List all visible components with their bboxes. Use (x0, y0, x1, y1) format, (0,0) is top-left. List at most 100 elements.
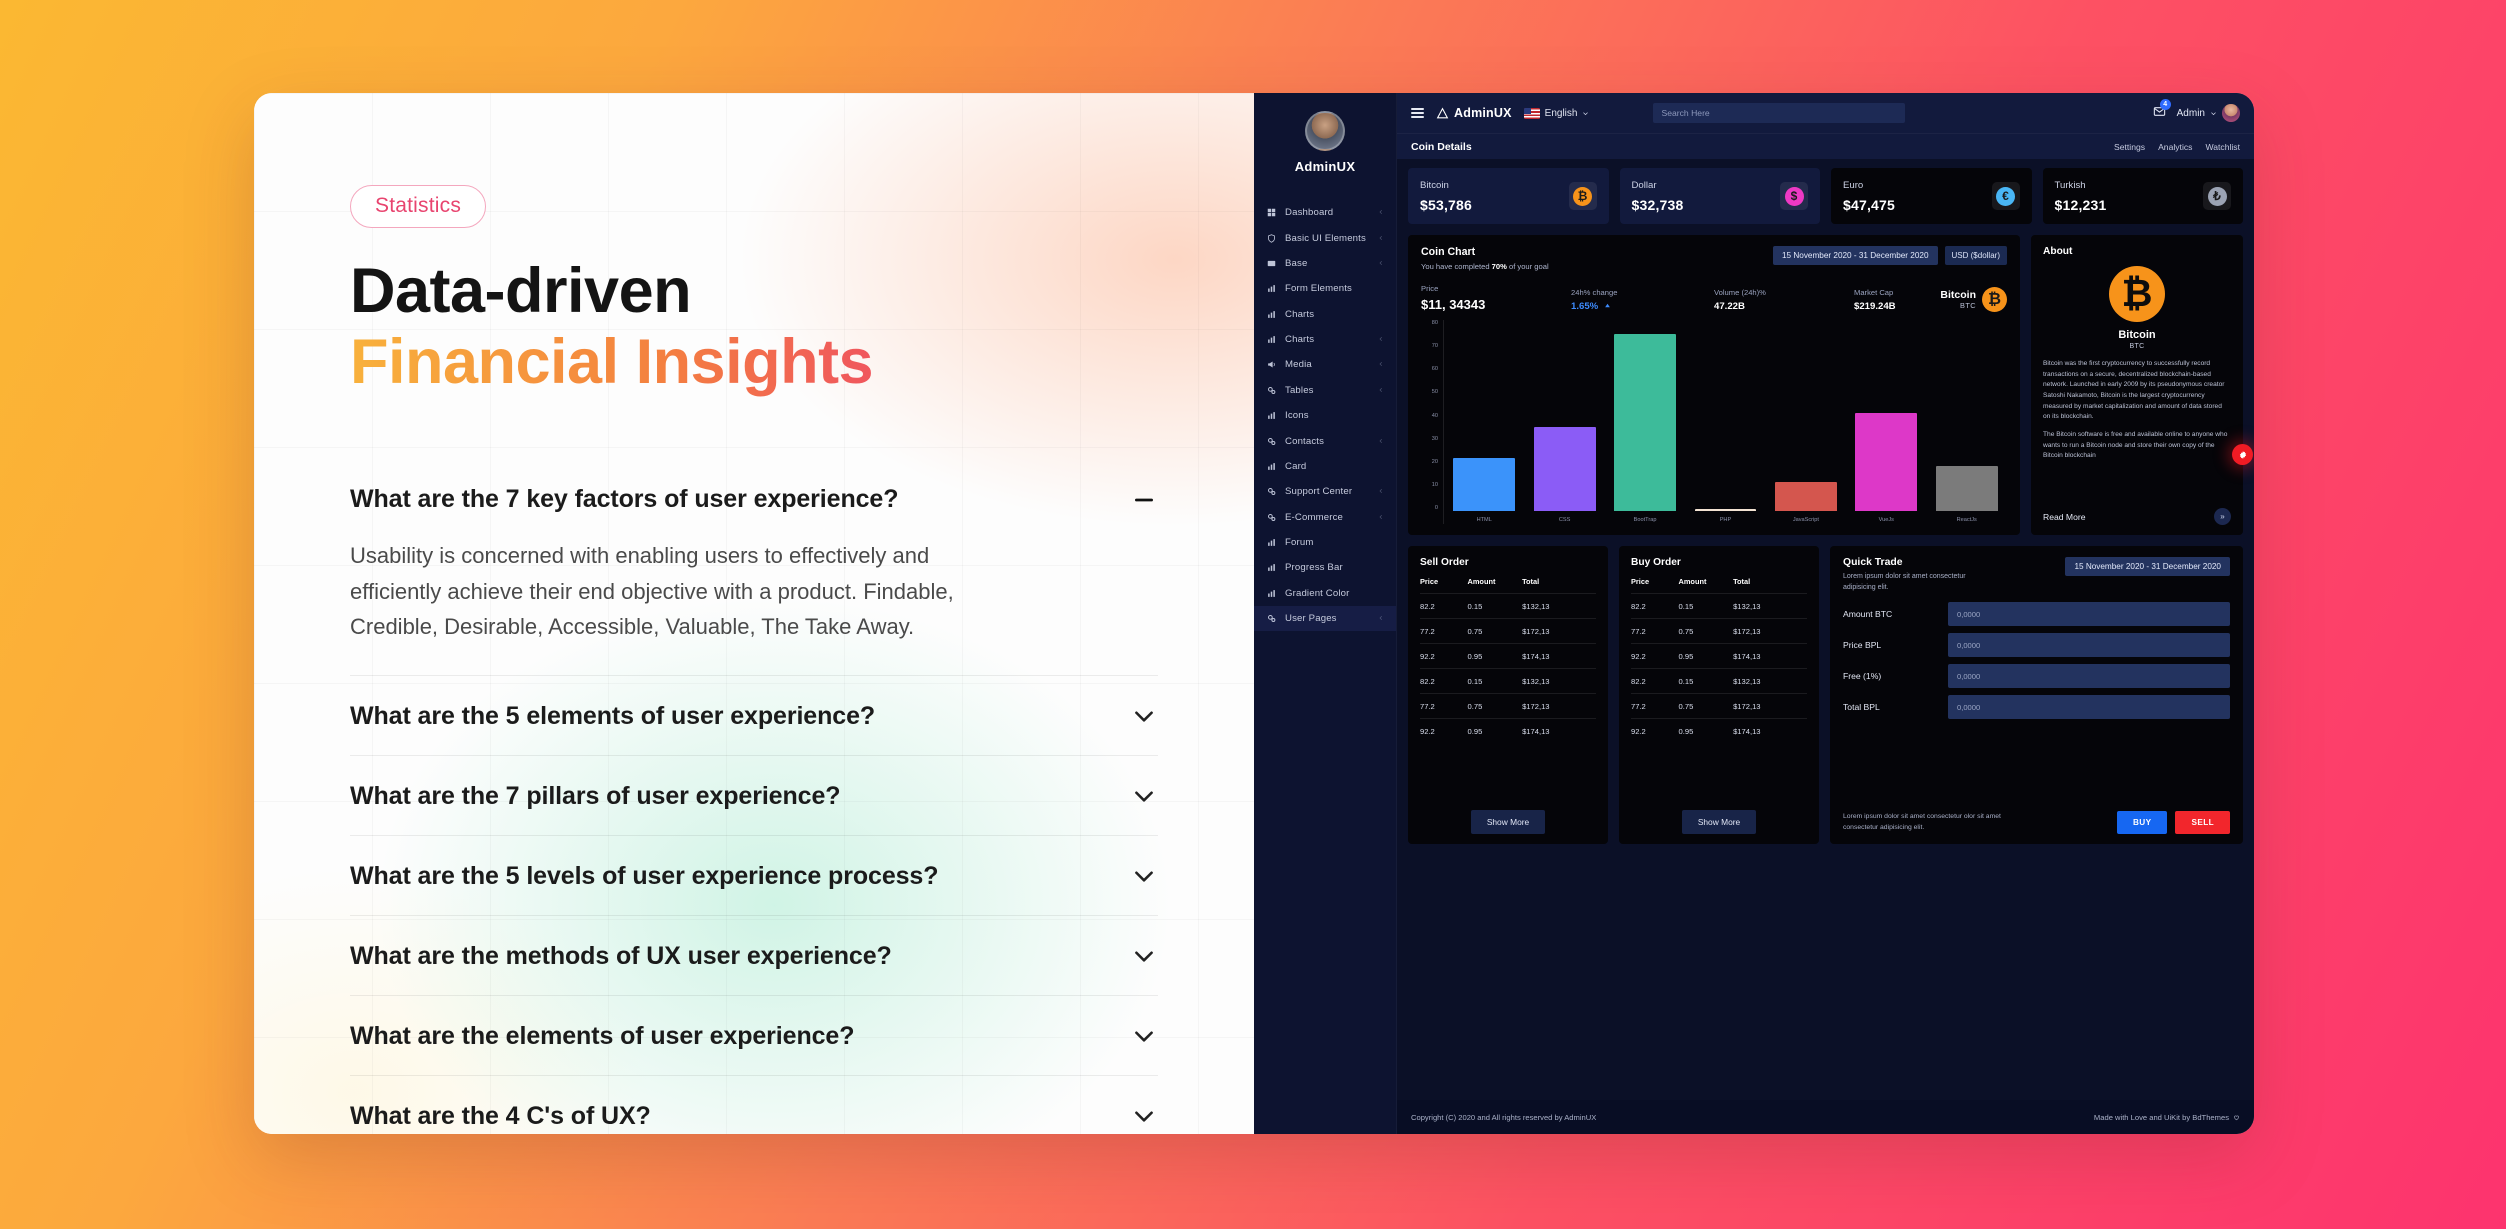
y-axis-tick: 80 (1431, 320, 1438, 326)
column-header: Amount (1467, 577, 1496, 586)
sidebar-item-label: Card (1285, 460, 1307, 472)
table-cell: $132,13 (1733, 593, 1807, 619)
sidebar-item-contacts[interactable]: Contacts (1254, 428, 1396, 453)
about-coin-name: Bitcoin (2118, 329, 2156, 341)
total-bpl-input[interactable] (1948, 695, 2230, 719)
logo[interactable]: AdminUX (1436, 106, 1512, 120)
sidebar-item-user-pages[interactable]: User Pages (1254, 606, 1396, 632)
table-row: 92.2 0.95 $174,13 (1420, 718, 1596, 743)
show-more-button[interactable]: Show More (1470, 810, 1546, 834)
sidebar-item-e-commerce[interactable]: E-Commerce (1254, 505, 1396, 530)
coin-stat-value: $53,786 (1420, 196, 1473, 213)
coin-stat-name: Dollar (1631, 179, 1657, 191)
faq-toggle[interactable]: What are the 5 levels of user experience… (350, 836, 1158, 915)
sidebar-item-progress-bar[interactable]: Progress Bar (1254, 555, 1396, 580)
sidebar-item-label: Form Elements (1285, 283, 1352, 295)
table-cell: $172,13 (1733, 693, 1807, 719)
chevron-left-icon (1378, 207, 1384, 218)
coin-stat-name: Bitcoin (1420, 179, 1449, 191)
faq-toggle[interactable]: What are the elements of user experience… (350, 996, 1158, 1075)
table-cell: 0.95 (1678, 718, 1734, 743)
table-cell: 77.2 (1631, 618, 1679, 644)
logo-text: AdminUX (1454, 106, 1512, 120)
price-bpl-input[interactable] (1948, 633, 2230, 657)
buy-button[interactable]: BUY (2116, 811, 2168, 834)
faq-item: What are the elements of user experience… (350, 996, 1158, 1076)
faq-item: What are the 5 levels of user experience… (350, 836, 1158, 916)
x-axis-tick: CSS (1558, 517, 1571, 523)
sidebar-item-label: Contacts (1285, 435, 1325, 447)
bar-column: BootTrap (1614, 320, 1677, 523)
sidebar-item-form-elements[interactable]: Form Elements (1254, 276, 1396, 301)
sidebar-item-media[interactable]: Media (1254, 352, 1396, 377)
chevron-down-icon[interactable] (1130, 1022, 1158, 1050)
field-label: Free (1%) (1843, 671, 1882, 681)
sidebar-item-dashboard[interactable]: Dashboard (1254, 200, 1396, 225)
faq-toggle[interactable]: What are the 5 elements of user experien… (350, 676, 1158, 755)
table-cell: 82.2 (1631, 668, 1679, 694)
gear-icon (1267, 614, 1278, 623)
mail-button[interactable]: 4 (2153, 99, 2171, 121)
minus-icon[interactable] (1130, 486, 1158, 514)
subtitle-post: of your goal (1506, 262, 1549, 271)
y-axis-tick: 70 (1431, 343, 1438, 350)
subbar-link-settings[interactable]: Settings (2114, 142, 2145, 152)
sidebar-item-support-center[interactable]: Support Center (1254, 479, 1396, 504)
bar-column: ReactJs (1935, 320, 1998, 523)
subbar-link-watchlist[interactable]: Watchlist (2205, 142, 2240, 152)
metric-label: 24h% change (1571, 288, 1618, 297)
x-axis-tick: JavaScript (1792, 517, 1819, 523)
sell-button[interactable]: SELL (2175, 811, 2230, 834)
chart-icon (1267, 284, 1278, 293)
search-box[interactable] (1653, 103, 1906, 123)
sidebar-item-charts[interactable]: Charts (1254, 302, 1396, 327)
read-more-link[interactable]: Read More (2043, 512, 2086, 522)
faq-toggle[interactable]: What are the methods of UX user experien… (350, 916, 1158, 995)
chevron-down-icon[interactable] (1130, 942, 1158, 970)
faq-toggle[interactable]: What are the 4 C's of UX? (350, 1076, 1158, 1134)
amount-btc-input[interactable] (1948, 602, 2230, 626)
chevron-down-icon[interactable] (1130, 1102, 1158, 1130)
table-cell: 0.15 (1678, 593, 1734, 619)
buy-show-more-wrap: Show More (1631, 810, 1807, 834)
search-input[interactable] (1661, 108, 1898, 118)
quick-trade-card: Quick Trade Lorem ipsum dolor sit amet c… (1830, 546, 2243, 844)
chevron-down-icon[interactable] (1130, 702, 1158, 730)
coin-stat-card[interactable]: Euro $47,475 € (1831, 168, 2032, 224)
sidebar-item-basic-ui-elements[interactable]: Basic UI Elements (1254, 225, 1396, 250)
sidebar-item-tables[interactable]: Tables (1254, 378, 1396, 403)
quick-trade-row: Price BPL (1843, 633, 2230, 657)
statistics-badge: Statistics (350, 185, 487, 228)
coin-stat-card[interactable]: Turkish $12,231 ₺ (2042, 168, 2243, 224)
admin-menu[interactable]: Admin (2177, 104, 2240, 122)
quick-trade-date-range[interactable]: 15 November 2020 - 31 December 2020 (2065, 557, 2230, 576)
sidebar-item-gradient-color[interactable]: Gradient Color (1254, 581, 1396, 606)
language-selector[interactable]: English (1523, 107, 1590, 119)
currency-selector[interactable]: USD ($dollar) (1944, 246, 2007, 265)
settings-fab-button[interactable] (2232, 444, 2253, 465)
table-row: 77.2 0.75 $172,13 (1631, 618, 1807, 644)
table-row: 77.2 0.75 $172,13 (1631, 693, 1807, 719)
faq-toggle[interactable]: What are the 7 pillars of user experienc… (350, 756, 1158, 835)
table-cell: 0.95 (1467, 718, 1523, 743)
date-range-selector[interactable]: 15 November 2020 - 31 December 2020 (1772, 246, 1938, 265)
free-1--input[interactable] (1948, 664, 2230, 688)
faq-toggle[interactable]: What are the 7 key factors of user exper… (350, 459, 1158, 538)
hamburger-menu-icon[interactable] (1411, 107, 1424, 119)
chevron-left-icon (1378, 385, 1384, 396)
next-arrow-button[interactable]: » (2214, 508, 2231, 525)
sidebar-item-charts[interactable]: Charts (1254, 327, 1396, 352)
sidebar-item-base[interactable]: Base (1254, 251, 1396, 276)
bar-vuejs (1855, 413, 1918, 511)
coin-stat-card[interactable]: Dollar $32,738 $ (1619, 168, 1820, 224)
show-more-button[interactable]: Show More (1681, 810, 1757, 834)
quick-trade-row: Amount BTC (1843, 602, 2230, 626)
subbar-link-analytics[interactable]: Analytics (2158, 142, 2192, 152)
chevron-down-icon[interactable] (1130, 862, 1158, 890)
table-cell: 77.2 (1420, 618, 1468, 644)
coin-stat-card[interactable]: Bitcoin $53,786 ₿ (1408, 168, 1609, 224)
sidebar-item-forum[interactable]: Forum (1254, 530, 1396, 555)
sidebar-item-icons[interactable]: Icons (1254, 403, 1396, 428)
chevron-down-icon[interactable] (1130, 782, 1158, 810)
sidebar-item-card[interactable]: Card (1254, 454, 1396, 479)
